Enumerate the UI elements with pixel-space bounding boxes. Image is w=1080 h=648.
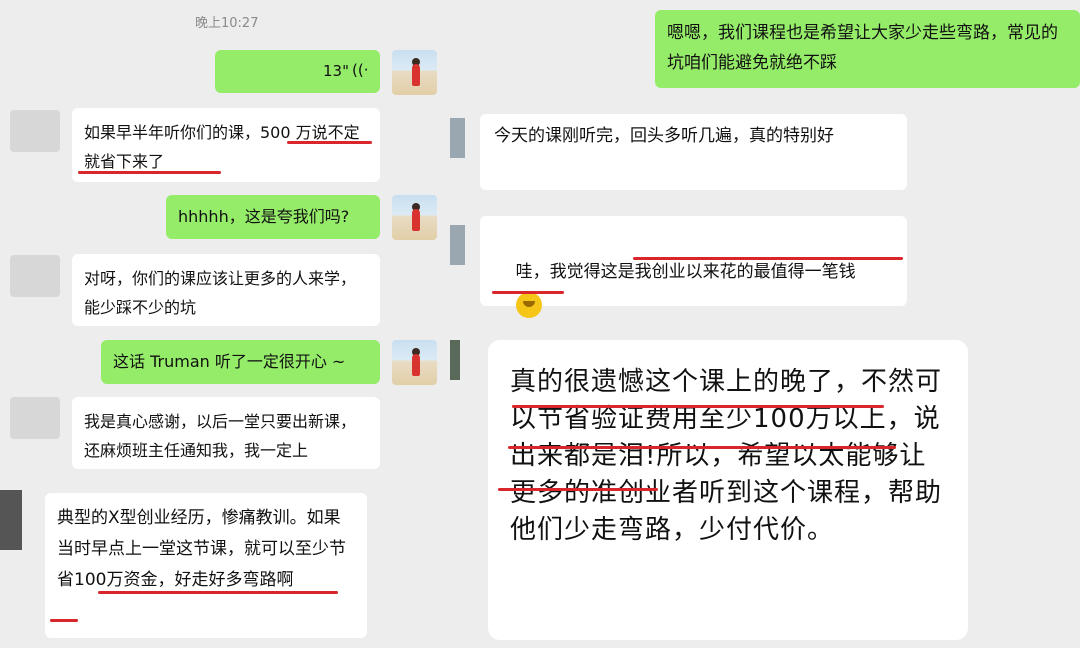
highlight-underline bbox=[50, 619, 78, 622]
contact-avatar[interactable] bbox=[10, 110, 60, 152]
contact-avatar[interactable] bbox=[450, 225, 465, 265]
message-bubble: 今天的课刚听完，回头多听几遍，真的特别好 bbox=[480, 114, 907, 190]
contact-avatar[interactable] bbox=[10, 397, 60, 439]
message-bubble: 这话 Truman 听了一定很开心 ~ bbox=[101, 340, 380, 384]
voice-wave-icon: ((· bbox=[352, 61, 369, 79]
highlight-underline bbox=[498, 488, 658, 491]
timestamp: 晚上10:27 bbox=[195, 16, 259, 31]
contact-avatar[interactable] bbox=[450, 118, 465, 158]
message-bubble: 典型的X型创业经历，惨痛教训。如果当时早点上一堂这节课，就可以至少节省100万资… bbox=[45, 493, 367, 638]
right-chat-panel: 嗯嗯，我们课程也是希望让大家少走些弯路，常见的坑咱们能避免就绝不踩 今天的课刚听… bbox=[450, 0, 1080, 648]
message-bubble: 对呀，你们的课应该让更多的人来学，能少踩不少的坑 bbox=[72, 254, 380, 326]
message-bubble: 我是真心感谢，以后一堂只要出新课，还麻烦班主任通知我，我一定上 bbox=[72, 397, 380, 469]
contact-avatar[interactable] bbox=[10, 255, 60, 297]
self-avatar[interactable] bbox=[392, 195, 437, 240]
self-avatar[interactable] bbox=[392, 340, 437, 385]
voice-duration: 13" bbox=[323, 62, 349, 80]
highlight-underline bbox=[508, 446, 896, 449]
left-bottom-panel: 典型的X型创业经历，惨痛教训。如果当时早点上一堂这节课，就可以至少节省100万资… bbox=[0, 485, 450, 648]
highlight-underline bbox=[78, 171, 221, 174]
left-chat-panel: 晚上10:27 13" ((· 如果早半年听你们的课，500 万说不定就省下来了… bbox=[0, 0, 450, 485]
highlight-underline bbox=[98, 591, 338, 594]
highlight-underline bbox=[633, 257, 903, 260]
thinking-face-emoji bbox=[515, 292, 542, 318]
self-avatar[interactable] bbox=[392, 50, 437, 95]
message-bubble: 嗯嗯，我们课程也是希望让大家少走些弯路，常见的坑咱们能避免就绝不踩 bbox=[655, 10, 1080, 88]
message-text: 哇，我觉得这是我创业以来花的最值得一笔钱 bbox=[515, 262, 856, 282]
highlight-underline bbox=[287, 141, 372, 144]
contact-avatar[interactable] bbox=[450, 340, 460, 380]
highlight-underline bbox=[512, 405, 884, 408]
highlight-underline bbox=[492, 291, 564, 294]
contact-avatar[interactable] bbox=[0, 490, 22, 550]
message-bubble: hhhhh，这是夸我们吗? bbox=[166, 195, 380, 239]
